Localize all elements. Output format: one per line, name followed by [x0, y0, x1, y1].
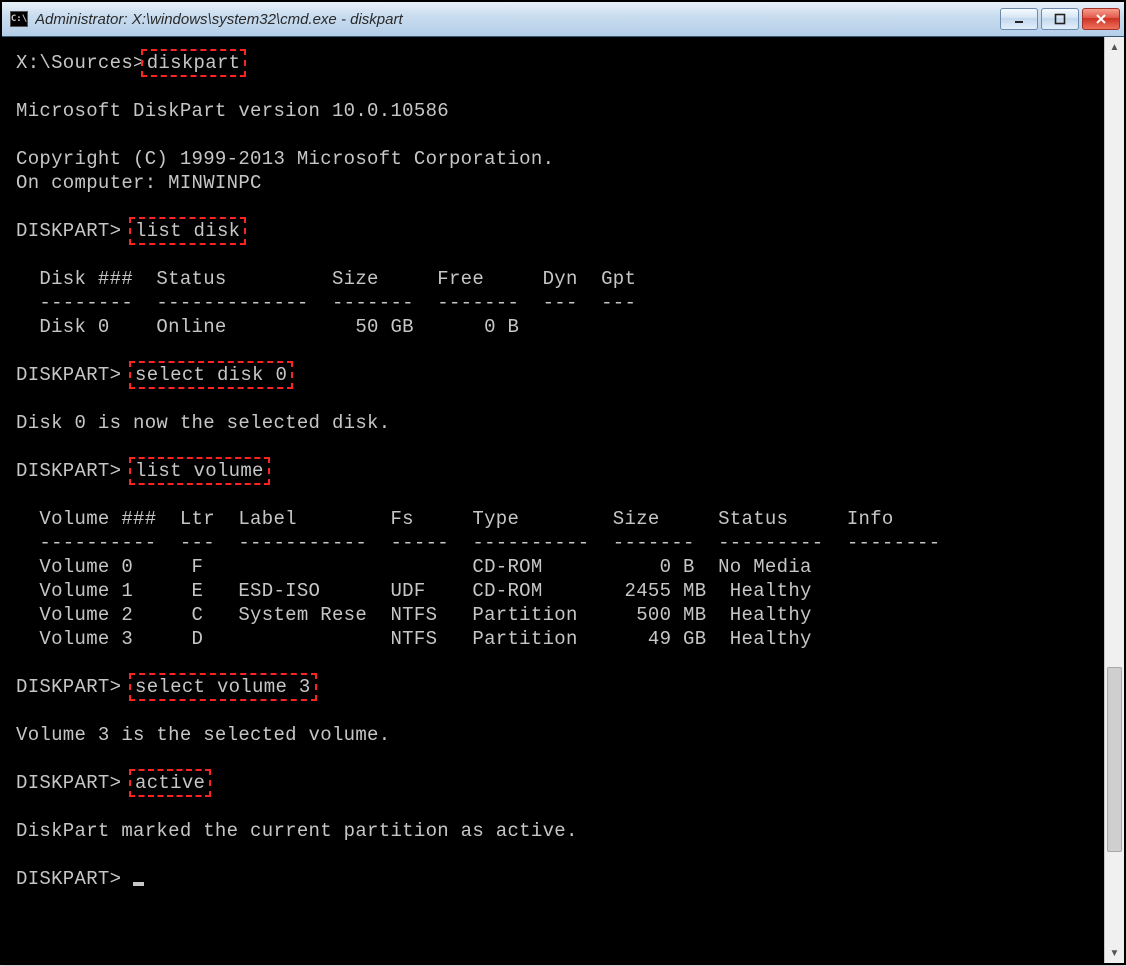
window-title: Administrator: X:\windows\system32\cmd.e…: [35, 11, 1000, 28]
diskpart-prompt: DISKPART>: [16, 364, 133, 386]
scroll-thumb[interactable]: [1107, 667, 1122, 852]
vol-selected-msg: Volume 3 is the selected volume.: [16, 724, 390, 746]
maximize-icon: [1054, 13, 1066, 25]
version-line: Microsoft DiskPart version 10.0.10586: [16, 100, 449, 122]
disk-selected-msg: Disk 0 is now the selected disk.: [16, 412, 390, 434]
vertical-scrollbar[interactable]: ▲ ▼: [1104, 37, 1124, 963]
scroll-up-button[interactable]: ▲: [1105, 37, 1124, 57]
vol-header: Volume ### Ltr Label Fs Type Size Status…: [16, 508, 894, 530]
client-area: X:\Sources>diskpart Microsoft DiskPart v…: [2, 36, 1124, 963]
highlight-list-volume: list volume: [129, 457, 270, 485]
cmd-list-disk: list disk: [135, 220, 240, 242]
window-control-buttons: [1000, 8, 1120, 30]
copyright-line: Copyright (C) 1999-2013 Microsoft Corpor…: [16, 148, 554, 170]
terminal[interactable]: X:\Sources>diskpart Microsoft DiskPart v…: [2, 37, 1104, 963]
close-icon: [1095, 13, 1107, 25]
highlight-select-volume: select volume 3: [129, 673, 317, 701]
cmd-diskpart: diskpart: [147, 52, 241, 74]
vol-row-1: Volume 1 E ESD-ISO UDF CD-ROM 2455 MB He…: [16, 580, 812, 602]
cmd-window: C:\ Administrator: X:\windows\system32\c…: [0, 0, 1126, 965]
cmd-select-volume: select volume 3: [135, 676, 311, 698]
diskpart-prompt: DISKPART>: [16, 220, 133, 242]
computer-line: On computer: MINWINPC: [16, 172, 262, 194]
minimize-button[interactable]: [1000, 8, 1038, 30]
close-button[interactable]: [1082, 8, 1120, 30]
highlight-list-disk: list disk: [129, 217, 246, 245]
cursor: [133, 882, 144, 886]
diskpart-prompt: DISKPART>: [16, 460, 133, 482]
highlight-select-disk: select disk 0: [129, 361, 293, 389]
highlight-active: active: [129, 769, 211, 797]
vol-row-3: Volume 3 D NTFS Partition 49 GB Healthy: [16, 628, 812, 650]
vol-row-0: Volume 0 F CD-ROM 0 B No Media: [16, 556, 812, 578]
diskpart-prompt: DISKPART>: [16, 868, 133, 890]
cmd-active: active: [135, 772, 205, 794]
cmd-select-disk: select disk 0: [135, 364, 287, 386]
diskpart-prompt: DISKPART>: [16, 772, 133, 794]
disk-header: Disk ### Status Size Free Dyn Gpt: [16, 268, 636, 290]
titlebar[interactable]: C:\ Administrator: X:\windows\system32\c…: [2, 2, 1124, 36]
active-msg: DiskPart marked the current partition as…: [16, 820, 578, 842]
disk-divider: -------- ------------- ------- ------- -…: [16, 292, 636, 314]
cmd-list-volume: list volume: [135, 460, 264, 482]
highlight-diskpart: diskpart: [141, 49, 247, 77]
scroll-down-button[interactable]: ▼: [1105, 943, 1124, 963]
minimize-icon: [1013, 13, 1025, 25]
vol-row-2: Volume 2 C System Rese NTFS Partition 50…: [16, 604, 812, 626]
maximize-button[interactable]: [1041, 8, 1079, 30]
cmd-sysmenu-icon[interactable]: C:\: [10, 11, 28, 27]
prompt-sources: X:\Sources>: [16, 52, 145, 74]
disk-row-0: Disk 0 Online 50 GB 0 B: [16, 316, 519, 338]
diskpart-prompt: DISKPART>: [16, 676, 133, 698]
vol-divider: ---------- --- ----------- ----- -------…: [16, 532, 940, 554]
